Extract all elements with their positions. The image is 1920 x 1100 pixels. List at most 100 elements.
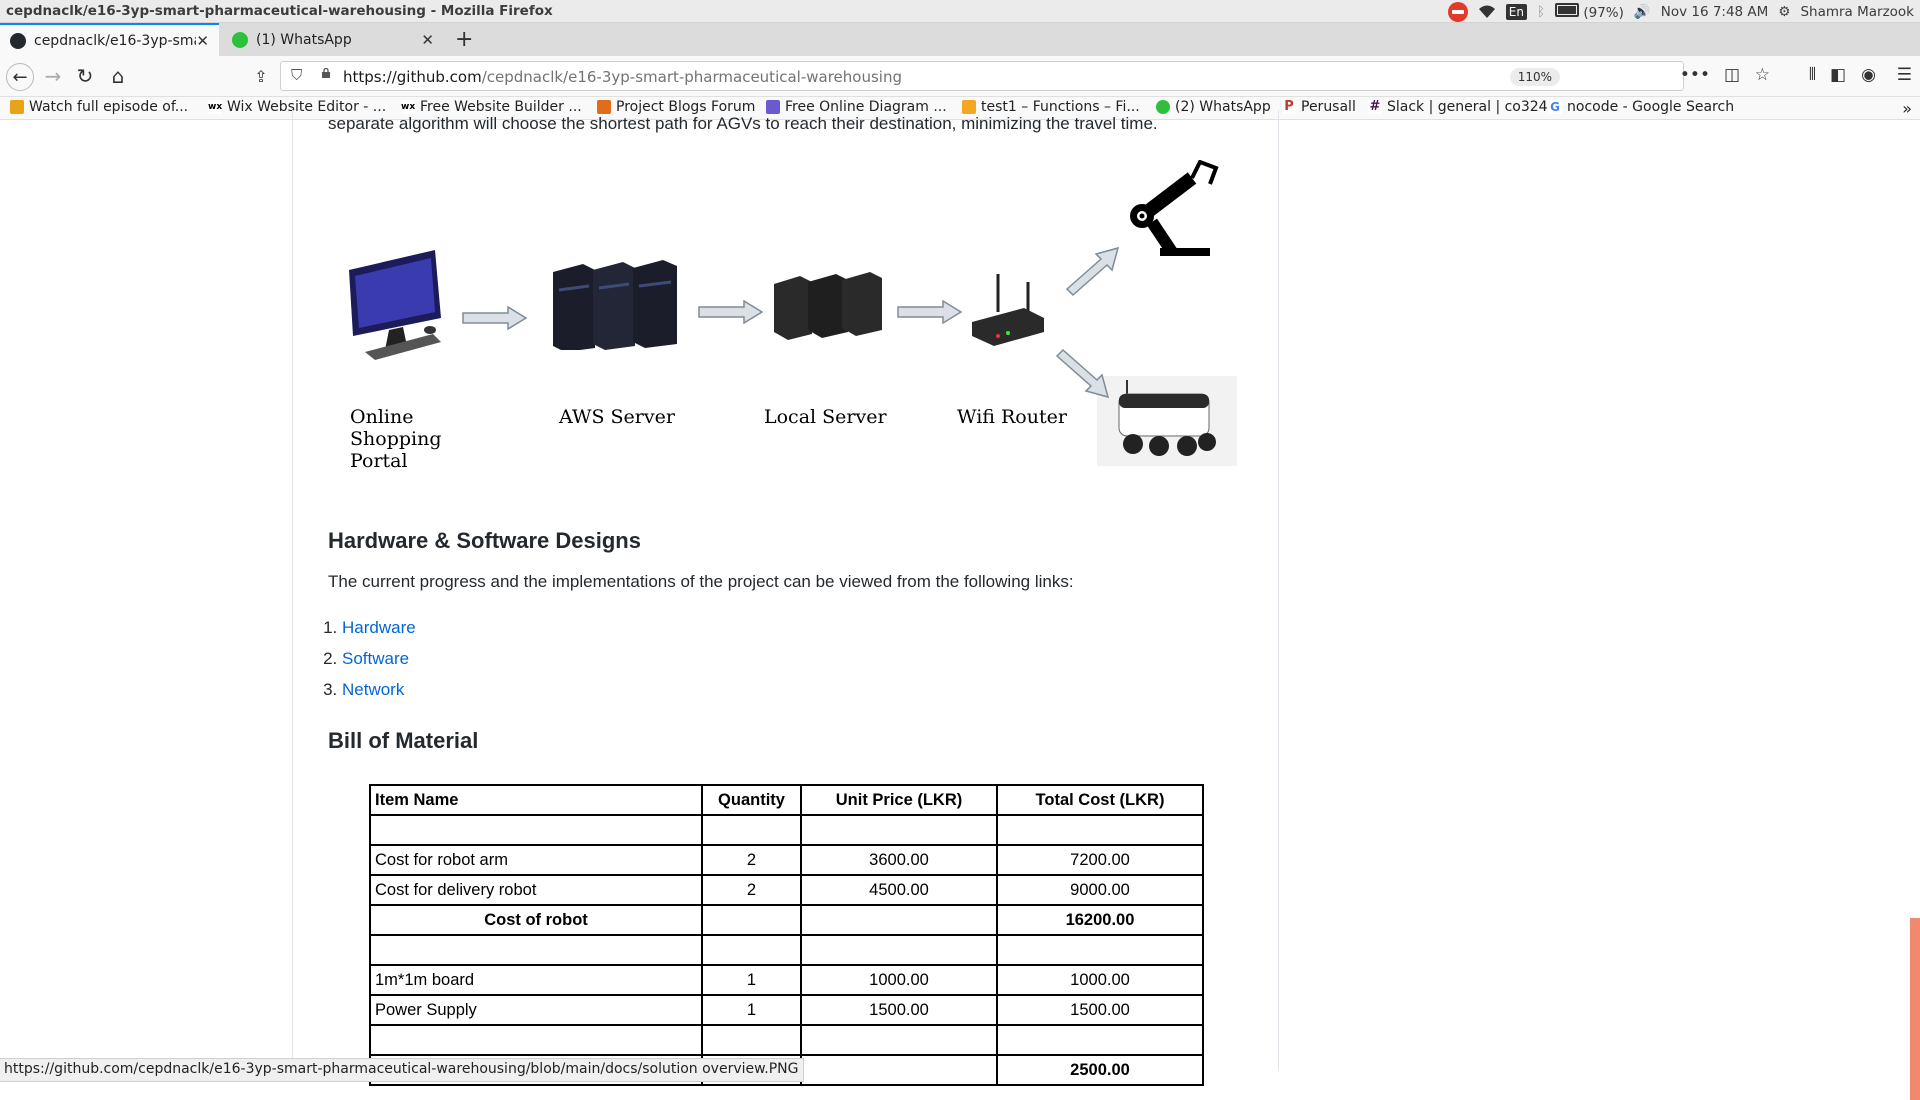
- cell-total-cost: 2500.00: [996, 1054, 1204, 1086]
- arrow-right-icon: [897, 300, 963, 324]
- window-title: cepdnaclk/e16-3yp-smart-pharmaceutical-w…: [6, 3, 553, 19]
- close-tab-icon[interactable]: ✕: [196, 32, 209, 50]
- robot-arm-icon: [1130, 160, 1219, 256]
- home-button[interactable]: ⌂: [105, 63, 131, 89]
- blank-row: [369, 934, 1204, 966]
- scroll-indicator[interactable]: [1910, 918, 1920, 1100]
- more-actions-icon[interactable]: •••: [1680, 65, 1710, 85]
- subtotal-row: Cost of robot 16200.00: [369, 904, 1204, 936]
- whatsapp-icon: [232, 31, 248, 48]
- link-hardware[interactable]: Hardware: [342, 618, 416, 637]
- cell-unit-price: 4500.00: [800, 874, 998, 906]
- cell-quantity: [701, 934, 802, 966]
- user-name[interactable]: Shamra Marzook: [1800, 4, 1914, 20]
- bookmark-item[interactable]: # Slack | general | co324: [1368, 99, 1548, 115]
- settings-gear-icon[interactable]: ⚙: [1778, 4, 1790, 20]
- bom-heading: Bill of Material: [328, 728, 479, 753]
- battery-indicator[interactable]: (97%): [1555, 3, 1624, 21]
- diagram-label-aws: AWS Server: [559, 406, 675, 428]
- links-list: Hardware Software Network: [322, 612, 416, 705]
- cell-quantity: [701, 1024, 802, 1056]
- menu-hamburger-icon[interactable]: ☰: [1897, 65, 1912, 85]
- url-text: https://github.com/cepdnaclk/e16-3yp-sma…: [343, 68, 902, 86]
- cell-total-cost: 1500.00: [996, 994, 1204, 1026]
- lock-icon[interactable]: [321, 68, 331, 78]
- star-bookmark-icon[interactable]: ☆: [1755, 65, 1770, 85]
- tab-whatsapp[interactable]: (1) WhatsApp ✕: [222, 23, 444, 56]
- table-row: Power Supply 1 1500.00 1500.00: [369, 994, 1204, 1026]
- wix-icon: wx: [208, 100, 223, 114]
- bookmark-toolbar-icon[interactable]: ⇪: [248, 63, 274, 89]
- forward-button[interactable]: →: [40, 63, 66, 89]
- close-tab-icon[interactable]: ✕: [421, 31, 434, 49]
- clock[interactable]: Nov 16 7:48 AM: [1661, 4, 1769, 20]
- local-server-icon: [774, 272, 882, 340]
- os-top-bar: cepdnaclk/e16-3yp-smart-pharmaceutical-w…: [0, 0, 1920, 23]
- cell-unit-price: [800, 904, 998, 936]
- reload-button[interactable]: ↻: [72, 63, 98, 89]
- shield-icon[interactable]: ⛉: [291, 66, 302, 84]
- cell-unit-price: [800, 1054, 998, 1086]
- cell-total-cost: 9000.00: [996, 874, 1204, 906]
- zoom-level[interactable]: 110%: [1509, 68, 1560, 86]
- cell-unit-price: 1500.00: [800, 994, 998, 1026]
- hw-sw-heading: Hardware & Software Designs: [328, 528, 641, 553]
- wifi-router-icon: [972, 274, 1044, 346]
- column-header: Unit Price (LKR): [800, 784, 998, 816]
- cell-item-name: [369, 1024, 703, 1056]
- hw-sw-intro: The current progress and the implementat…: [328, 572, 1074, 591]
- pocket-icon[interactable]: ◫: [1724, 65, 1740, 85]
- cut-off-paragraph: separate algorithm will choose the short…: [328, 114, 1158, 133]
- link-software[interactable]: Software: [342, 649, 409, 668]
- cell-total-cost: 16200.00: [996, 904, 1204, 936]
- do-not-disturb-icon[interactable]: [1447, 2, 1468, 22]
- blank-row: [369, 1024, 1204, 1056]
- new-tab-button[interactable]: +: [455, 27, 473, 52]
- cell-total-cost: [996, 934, 1204, 966]
- cell-item-name: [369, 934, 703, 966]
- cell-item-name: Cost for robot arm: [369, 844, 703, 876]
- delivery-robot-icon: [1097, 376, 1237, 466]
- list-item: Software: [342, 643, 416, 674]
- table-header-row: Item Name Quantity Unit Price (LKR) Tota…: [369, 784, 1204, 816]
- column-header: Quantity: [701, 784, 802, 816]
- keyboard-language[interactable]: En: [1505, 4, 1527, 20]
- library-icon[interactable]: ⫴: [1809, 65, 1816, 85]
- cell-item-name: Power Supply: [369, 994, 703, 1026]
- account-icon[interactable]: ◉: [1861, 65, 1876, 85]
- page-content: separate algorithm will choose the short…: [0, 110, 1920, 1100]
- tab-label: (1) WhatsApp: [256, 31, 352, 48]
- table-row: 1m*1m board 1 1000.00 1000.00: [369, 964, 1204, 996]
- cell-quantity: [701, 814, 802, 846]
- back-button[interactable]: ←: [6, 63, 34, 91]
- diagram-label-local: Local Server: [764, 406, 887, 428]
- bookmark-item[interactable]: P Perusall: [1282, 99, 1356, 115]
- aws-server-rack-icon: [553, 260, 677, 350]
- github-icon: [10, 32, 26, 49]
- column-header: Item Name: [369, 784, 703, 816]
- blank-row: [369, 814, 1204, 846]
- link-network[interactable]: Network: [342, 680, 404, 699]
- bom-table: Item Name Quantity Unit Price (LKR) Tota…: [369, 784, 1204, 1086]
- bom-table-body: Cost for robot arm 2 3600.00 7200.00 Cost fo…: [369, 814, 1204, 1086]
- bookmark-item[interactable]: Gnocode - Google Search: [1548, 99, 1734, 115]
- volume-icon[interactable]: 🔊: [1634, 4, 1651, 20]
- cell-quantity: [701, 904, 802, 936]
- cell-unit-price: [800, 814, 998, 846]
- url-bar[interactable]: ⛉ https://github.com/cepdnaclk/e16-3yp-s…: [280, 61, 1684, 91]
- arrow-up-right-icon: [1065, 246, 1120, 297]
- cell-item-name: Cost of robot: [369, 904, 703, 936]
- cell-unit-price: 1000.00: [800, 964, 998, 996]
- cell-quantity: 1: [701, 994, 802, 1026]
- tab-github[interactable]: cepdnaclk/e16-3yp-smar ✕: [0, 23, 219, 56]
- sidebar-icon[interactable]: ◧: [1830, 65, 1846, 85]
- bookmark-item[interactable]: Watch full episode of...: [10, 99, 188, 115]
- cell-quantity: 1: [701, 964, 802, 996]
- bluetooth-icon[interactable]: ᛒ: [1537, 4, 1545, 20]
- cell-item-name: Cost for delivery robot: [369, 874, 703, 906]
- arrow-right-icon: [462, 306, 528, 330]
- tab-strip: cepdnaclk/e16-3yp-smar ✕ (1) WhatsApp ✕ …: [0, 23, 1920, 56]
- wifi-icon[interactable]: [1478, 5, 1496, 19]
- list-item: Hardware: [342, 612, 416, 643]
- bookmarks-overflow-icon[interactable]: »: [1902, 99, 1912, 118]
